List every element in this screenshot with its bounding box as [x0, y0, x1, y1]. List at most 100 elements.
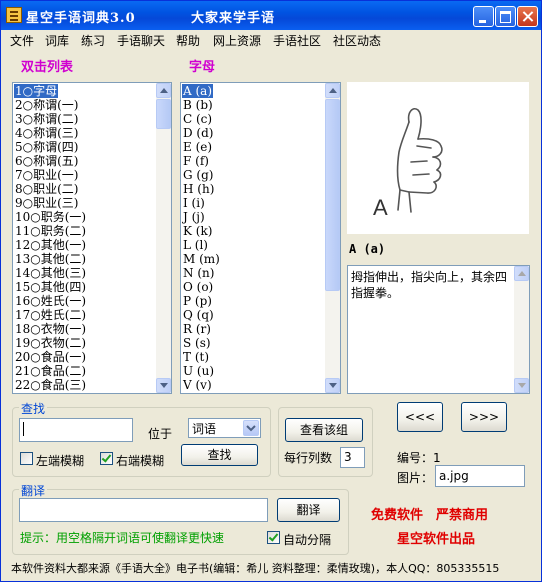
- list-item[interactable]: O (o): [182, 280, 214, 294]
- list-item[interactable]: M (m): [182, 252, 221, 266]
- list-item[interactable]: 19○衣物(二): [14, 336, 87, 350]
- menu-community-news[interactable]: 社区动态: [333, 32, 381, 49]
- app-icon[interactable]: [6, 7, 22, 23]
- translate-button[interactable]: 翻译: [277, 498, 340, 522]
- search-field-select[interactable]: 词语: [188, 418, 261, 438]
- list-item[interactable]: R (r): [182, 322, 212, 336]
- translate-input[interactable]: [19, 498, 268, 522]
- list-item[interactable]: P (p): [182, 294, 213, 308]
- description-scrollbar[interactable]: [514, 266, 529, 393]
- menu-file[interactable]: 文件: [10, 32, 34, 49]
- list-item[interactable]: 5○称谓(四): [14, 140, 79, 154]
- list-item[interactable]: 4○称谓(三): [14, 126, 79, 140]
- category-list[interactable]: 1○字母 2○称谓(一) 3○称谓(二) 4○称谓(三) 5○称谓(四) 6○称谓(五) 7…: [12, 82, 172, 394]
- list-item[interactable]: 12○其他(一): [14, 238, 87, 252]
- scroll-down-button[interactable]: [156, 378, 171, 393]
- list-item[interactable]: I (i): [182, 196, 206, 210]
- search-field-value: 词语: [192, 422, 217, 436]
- sign-number: 编号：1: [397, 451, 441, 465]
- list-item[interactable]: 20○食品(一): [14, 350, 87, 364]
- list-item[interactable]: 10○职务(一): [14, 210, 87, 224]
- image-file-label: 图片：: [397, 471, 434, 485]
- auto-split-checkbox[interactable]: [267, 531, 280, 544]
- sign-word-list-scrollbar[interactable]: [325, 83, 340, 393]
- list-item[interactable]: 2○称谓(一): [14, 98, 79, 112]
- list-item[interactable]: V (v): [182, 378, 213, 392]
- menu-online-resources[interactable]: 网上资源: [213, 32, 261, 49]
- window-title: 星空手语词典3.0: [26, 11, 136, 26]
- minimize-button[interactable]: [473, 6, 494, 27]
- columns-per-row-input[interactable]: 3: [340, 447, 365, 468]
- translate-group-label: 翻译: [19, 482, 48, 499]
- list-item[interactable]: U (u): [182, 364, 215, 378]
- image-file-input[interactable]: a.jpg: [435, 465, 525, 487]
- list-item[interactable]: A (a): [182, 84, 213, 98]
- left-fuzzy-checkbox[interactable]: [20, 452, 33, 465]
- scroll-thumb[interactable]: [325, 99, 340, 291]
- position-label: 位于: [148, 427, 173, 441]
- window-subtitle: 大家来学手语: [191, 11, 276, 26]
- app-window: 星空手语词典3.0 大家来学手语 文件 词库 练习 手语聊天 帮助 网上资源 手…: [0, 0, 542, 582]
- menu-community[interactable]: 手语社区: [273, 32, 321, 49]
- list-item[interactable]: 17○姓氏(二): [14, 308, 87, 322]
- scroll-down-button[interactable]: [325, 378, 340, 393]
- menu-lexicon[interactable]: 词库: [45, 32, 69, 49]
- sign-description-box[interactable]: 拇指伸出，指尖向上，其余四指握拳。: [347, 265, 530, 394]
- sign-caption: A (a): [349, 242, 386, 256]
- sign-word-list[interactable]: A (a) B (b) C (c) D (d) E (e) F (f) G (g) H (h)…: [180, 82, 341, 394]
- sign-image-letter: A: [373, 195, 388, 220]
- list-item[interactable]: T (t): [182, 350, 210, 364]
- list-item[interactable]: E (e): [182, 140, 213, 154]
- sign-description: 拇指伸出，指尖向上，其余四指握拳。: [351, 270, 508, 300]
- menu-practice[interactable]: 练习: [81, 32, 105, 49]
- list-item[interactable]: 9○职业(三): [14, 196, 79, 210]
- list-item[interactable]: L (l): [182, 238, 209, 252]
- auto-split-label: 自动分隔: [283, 533, 332, 547]
- list-item[interactable]: S (s): [182, 336, 212, 350]
- list-item[interactable]: 14○其他(三): [14, 266, 87, 280]
- list-item[interactable]: 15○其他(四): [14, 280, 87, 294]
- scroll-up-button[interactable]: [325, 83, 340, 98]
- list-item[interactable]: 16○姓氏(一): [14, 294, 87, 308]
- promo-line-1: 免费软件 严禁商用: [371, 508, 489, 523]
- list-item[interactable]: 3○称谓(二): [14, 112, 79, 126]
- menu-help[interactable]: 帮助: [176, 32, 200, 49]
- list-item[interactable]: 11○职务(二): [14, 224, 87, 238]
- list-item[interactable]: C (c): [182, 112, 213, 126]
- thumbs-up-hand-icon: A: [373, 107, 443, 220]
- list-item[interactable]: K (k): [182, 224, 213, 238]
- list-item[interactable]: 21○食品(二): [14, 364, 87, 378]
- list-item[interactable]: G (g): [182, 168, 214, 182]
- columns-per-row-label: 每行列数: [284, 451, 333, 465]
- close-button[interactable]: [517, 6, 538, 27]
- find-button[interactable]: 查找: [181, 444, 258, 466]
- list-item[interactable]: D (d): [182, 126, 214, 140]
- title-bar[interactable]: 星空手语词典3.0 大家来学手语: [1, 1, 541, 30]
- category-list-scrollbar[interactable]: [156, 83, 171, 393]
- list-item[interactable]: 7○职业(一): [14, 168, 79, 182]
- maximize-button[interactable]: [495, 6, 516, 27]
- previous-button[interactable]: <<<: [397, 402, 443, 432]
- dropdown-arrow-icon[interactable]: [243, 420, 259, 436]
- list-item[interactable]: Q (q): [182, 308, 215, 322]
- list-item[interactable]: 22○食品(三): [14, 378, 87, 392]
- scroll-down-button[interactable]: [514, 378, 529, 393]
- scroll-thumb[interactable]: [156, 99, 171, 129]
- next-button[interactable]: >>>: [461, 402, 507, 432]
- list-item[interactable]: 18○衣物(一): [14, 322, 87, 336]
- list-item[interactable]: 1○字母: [14, 84, 59, 98]
- list-item[interactable]: B (b): [182, 98, 214, 112]
- list-item[interactable]: F (f): [182, 154, 210, 168]
- menu-sign-chat[interactable]: 手语聊天: [117, 32, 165, 49]
- right-fuzzy-checkbox[interactable]: [100, 452, 113, 465]
- list-item[interactable]: 6○称谓(五): [14, 154, 79, 168]
- list-item[interactable]: 13○其他(二): [14, 252, 87, 266]
- list-item[interactable]: 8○职业(二): [14, 182, 79, 196]
- scroll-up-button[interactable]: [156, 83, 171, 98]
- list-item[interactable]: N (n): [182, 266, 215, 280]
- list-item[interactable]: J (j): [182, 210, 206, 224]
- list-item[interactable]: H (h): [182, 182, 215, 196]
- scroll-up-button[interactable]: [514, 266, 529, 281]
- view-group-button[interactable]: 查看该组: [285, 418, 363, 442]
- search-input[interactable]: [19, 418, 133, 442]
